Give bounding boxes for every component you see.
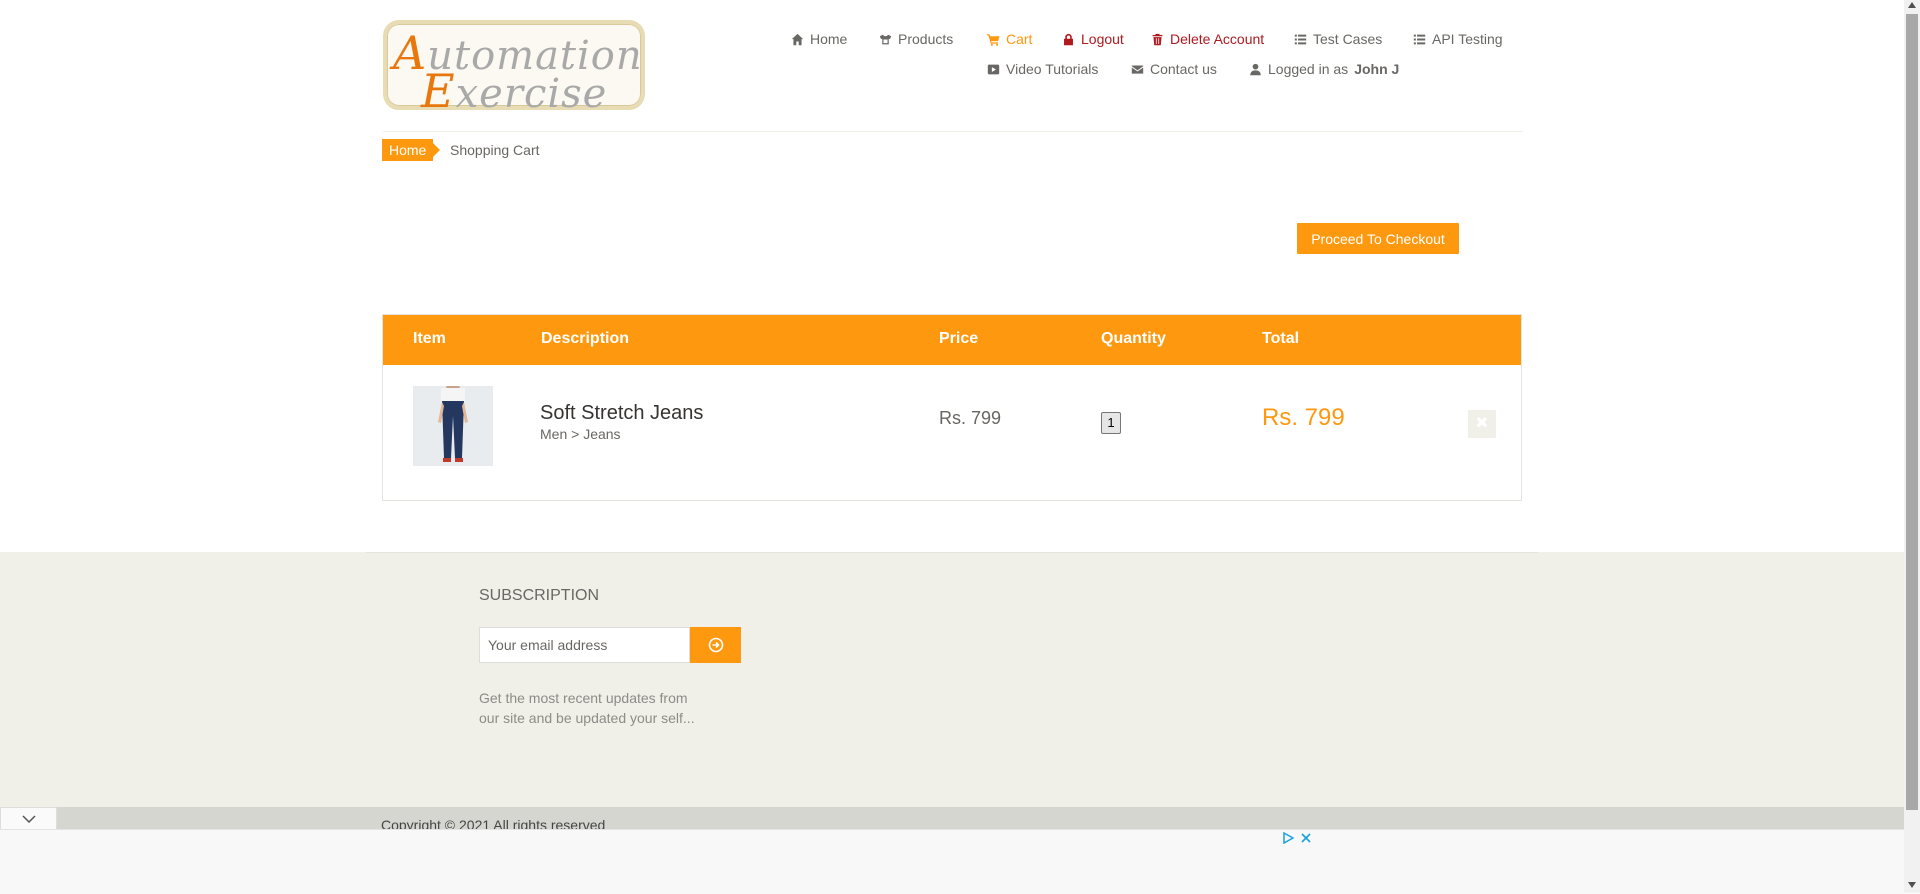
- cart-icon: [987, 33, 1000, 46]
- footer-divider: [366, 552, 1538, 553]
- chevron-down-icon: [21, 814, 36, 823]
- cart-table-header: Item Description Price Quantity Total: [383, 315, 1521, 365]
- scroll-up-arrow[interactable]: [1908, 2, 1916, 8]
- nav-logout[interactable]: Logout: [1062, 31, 1124, 47]
- nav-products[interactable]: Products: [879, 31, 953, 47]
- nav-delete-account-label: Delete Account: [1170, 31, 1265, 47]
- lock-icon: [1064, 33, 1073, 45]
- list-icon: [1413, 34, 1426, 44]
- subscription-title: SUBSCRIPTION: [479, 587, 600, 604]
- logged-in-label: Logged in as: [1268, 61, 1349, 77]
- product-price: Rs. 799: [939, 408, 1002, 428]
- proceed-to-checkout-button[interactable]: Proceed To Checkout: [1297, 223, 1459, 254]
- product-category: Men > Jeans: [540, 426, 621, 442]
- nav-contact-us-label: Contact us: [1150, 61, 1217, 77]
- nav-test-cases[interactable]: Test Cases: [1294, 31, 1382, 47]
- nav-api-testing[interactable]: API Testing: [1413, 31, 1503, 47]
- header-item: Item: [413, 330, 446, 347]
- nav-video-tutorials[interactable]: Video Tutorials: [987, 61, 1098, 77]
- youtube-icon: [987, 64, 1000, 74]
- envelope-icon: [1131, 64, 1144, 74]
- nav-cart[interactable]: Cart: [987, 31, 1032, 47]
- logo-text-exercise: xercise: [455, 71, 608, 117]
- ad-banner: [0, 829, 1904, 894]
- nav-home[interactable]: Home: [791, 31, 847, 47]
- user-icon: [1250, 63, 1261, 75]
- nav-contact-us[interactable]: Contact us: [1131, 61, 1217, 77]
- logo-initial-e: E: [421, 64, 456, 118]
- ad-close-icon[interactable]: [1300, 832, 1312, 844]
- arrow-circle-right-icon: [708, 637, 723, 653]
- nav-home-label: Home: [810, 31, 848, 47]
- ad-choices-icon[interactable]: [1282, 832, 1294, 844]
- nav-delete-account[interactable]: Delete Account: [1151, 31, 1264, 47]
- delete-item-button[interactable]: ✖: [1468, 410, 1496, 438]
- shirt-icon: [879, 34, 892, 44]
- subscription-email-input[interactable]: [479, 627, 690, 663]
- header-quantity: Quantity: [1101, 330, 1166, 347]
- nav-logout-label: Logout: [1081, 31, 1124, 47]
- logged-in-status: Logged in as John J: [1249, 61, 1399, 77]
- nav-api-testing-label: API Testing: [1432, 31, 1503, 47]
- product-name[interactable]: Soft Stretch Jeans: [540, 402, 703, 425]
- header-total: Total: [1262, 330, 1300, 347]
- scroll-down-arrow[interactable]: [1908, 882, 1916, 888]
- subscribe-button[interactable]: [690, 627, 741, 663]
- site-logo[interactable]: Automation Exercise: [383, 20, 645, 118]
- trash-icon: [1152, 33, 1163, 45]
- list-icon: [1294, 34, 1307, 44]
- product-quantity: 1: [1101, 412, 1121, 434]
- footer: [0, 552, 1904, 807]
- nav-video-tutorials-label: Video Tutorials: [1006, 61, 1099, 77]
- breadcrumb-current: Shopping Cart: [450, 142, 540, 158]
- header-divider: [383, 131, 1523, 132]
- jeans-image: [413, 382, 493, 466]
- nav-test-cases-label: Test Cases: [1313, 31, 1383, 47]
- header-price: Price: [939, 330, 979, 347]
- breadcrumb-home[interactable]: Home: [382, 139, 441, 161]
- home-icon: [791, 33, 804, 45]
- product-image[interactable]: [413, 382, 493, 466]
- nav-cart-label: Cart: [1006, 31, 1033, 47]
- header-description: Description: [541, 330, 630, 347]
- ad-controls: [1282, 832, 1312, 844]
- nav-products-label: Products: [898, 31, 954, 47]
- scrollbar-thumb[interactable]: [1906, 14, 1918, 810]
- ad-collapse-toggle[interactable]: [0, 807, 57, 829]
- logged-in-username: John J: [1354, 61, 1400, 77]
- subscription-description: Get the most recent updates from our sit…: [479, 690, 695, 726]
- product-total: Rs. 799: [1262, 404, 1345, 431]
